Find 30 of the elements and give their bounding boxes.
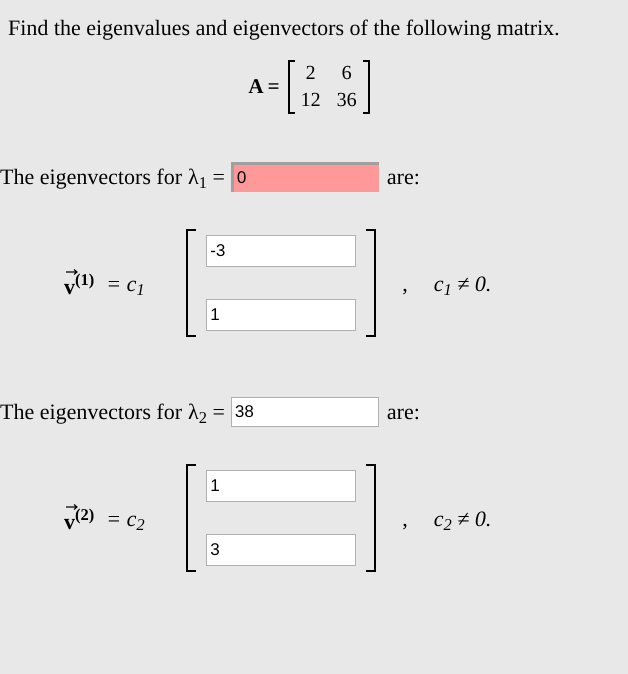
vector-label: v$^{(1)}$ [64,276,94,298]
matrix-entry: 12 [300,88,321,113]
prompt-text: The eigenvectors for [0,163,182,191]
vector-arrow-icon [66,504,78,510]
comma-text: , [402,504,408,532]
prompt-text: The eigenvectors for [0,398,182,426]
matrix-label: A = [248,73,280,100]
matrix-entry: 36 [336,88,357,113]
matrix-entry: 2 [304,61,317,86]
coefficient-text: = c$_{2}$ [106,504,146,534]
vector-entry-input[interactable]: -3 [206,235,356,267]
coefficient-text: = c$_{1}$ [106,270,146,300]
suffix-text: are: [386,398,420,426]
eigenvalue-input[interactable]: 38 [230,396,379,426]
eigenvalue-input[interactable]: 0 [230,162,379,192]
question-text: Find the eigenvalues and eigenvectors of the following matrix. [7,14,561,42]
condition-text: c$_{1}$ ≠ 0. [434,270,492,300]
left-bracket [288,60,295,114]
vector-entry-input[interactable]: 1 [206,470,356,502]
condition-text: c$_{2}$ ≠ 0. [434,504,492,534]
comma-text: , [402,270,408,298]
vector-label: v$^{(2)}$ [64,510,94,532]
matrix-entry: 6 [340,61,353,86]
suffix-text: are: [386,163,420,191]
vector-arrow-icon [66,268,78,274]
right-bracket [362,60,370,114]
eigenvalue-symbol: λ$_{1}$ = [188,163,225,193]
vector-entry-input[interactable]: 1 [206,299,356,331]
eigenvalue-symbol: λ$_{2}$ = [188,398,225,428]
vector-entry-input[interactable]: 3 [206,534,356,566]
